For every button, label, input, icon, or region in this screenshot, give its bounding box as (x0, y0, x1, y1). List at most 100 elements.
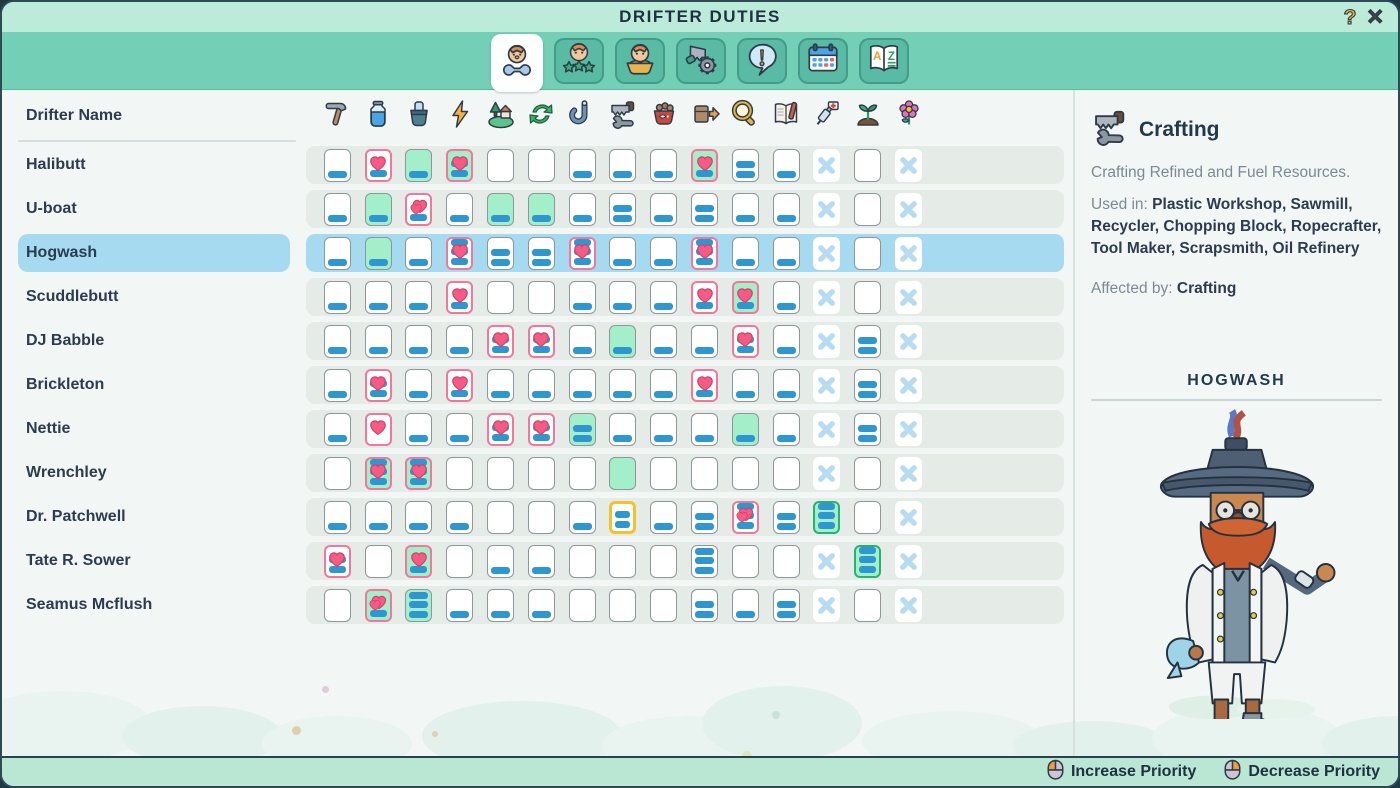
duty-cell-hauling[interactable] (691, 281, 718, 314)
duty-cell-research[interactable] (773, 413, 800, 446)
duty-cell-crafting[interactable] (609, 149, 636, 182)
duty-cell-animal-care[interactable] (650, 149, 677, 182)
duty-cell-fishing[interactable] (569, 325, 596, 358)
duty-cell-scavenging[interactable] (732, 281, 759, 314)
duty-cell-recycling[interactable] (528, 457, 555, 490)
duty-cell-gardening[interactable] (895, 193, 922, 226)
duty-cell-energy[interactable] (446, 589, 473, 622)
duty-cell-construction[interactable] (324, 237, 351, 270)
duty-cell-construction[interactable] (324, 149, 351, 182)
duty-cell-research[interactable] (773, 193, 800, 226)
duty-cell-farming[interactable] (854, 237, 881, 270)
duty-column-cooking[interactable] (399, 99, 440, 134)
duty-cell-scavenging[interactable] (732, 501, 759, 534)
duty-cell-water[interactable] (365, 325, 392, 358)
duty-cell-animal-care[interactable] (650, 325, 677, 358)
duty-cell-medical[interactable] (813, 193, 840, 226)
duty-cell-expedition[interactable] (487, 369, 514, 402)
duty-cell-crafting[interactable] (609, 589, 636, 622)
drifter-name[interactable]: Brickleton (18, 366, 290, 404)
duty-cell-research[interactable] (773, 457, 800, 490)
duty-cell-recycling[interactable] (528, 545, 555, 578)
duty-cell-expedition[interactable] (487, 149, 514, 182)
duty-cell-construction[interactable] (324, 413, 351, 446)
duty-cell-cooking[interactable] (405, 501, 432, 534)
duty-cell-recycling[interactable] (528, 281, 555, 314)
duty-cell-energy[interactable] (446, 457, 473, 490)
duty-cell-crafting[interactable] (609, 369, 636, 402)
duty-cell-expedition[interactable] (487, 325, 514, 358)
duty-cell-gardening[interactable] (895, 501, 922, 534)
tab-alerts[interactable] (737, 38, 787, 84)
duty-cell-animal-care[interactable] (650, 589, 677, 622)
duty-cell-farming[interactable] (854, 501, 881, 534)
duty-cell-medical[interactable] (813, 457, 840, 490)
duty-cell-fishing[interactable] (569, 237, 596, 270)
duty-column-farming[interactable] (847, 99, 888, 134)
duty-cell-cooking[interactable] (405, 457, 432, 490)
duty-cell-research[interactable] (773, 281, 800, 314)
duty-cell-crafting[interactable] (609, 193, 636, 226)
duty-cell-fishing[interactable] (569, 589, 596, 622)
duty-cell-medical[interactable] (813, 545, 840, 578)
duty-cell-fishing[interactable] (569, 193, 596, 226)
duty-column-scavenging[interactable] (725, 99, 766, 134)
duty-cell-recycling[interactable] (528, 589, 555, 622)
duty-column-energy[interactable] (439, 99, 480, 134)
duty-cell-animal-care[interactable] (650, 457, 677, 490)
duty-cell-energy[interactable] (446, 545, 473, 578)
duty-cell-energy[interactable] (446, 369, 473, 402)
duty-cell-scavenging[interactable] (732, 237, 759, 270)
duty-column-medical[interactable] (807, 99, 848, 134)
duty-cell-cooking[interactable] (405, 413, 432, 446)
duty-cell-hauling[interactable] (691, 237, 718, 270)
decrease-priority-button[interactable]: Decrease Priority (1224, 759, 1380, 785)
duty-column-expedition[interactable] (480, 99, 521, 134)
duty-cell-scavenging[interactable] (732, 193, 759, 226)
duty-cell-recycling[interactable] (528, 149, 555, 182)
duty-cell-crafting[interactable] (609, 237, 636, 270)
duty-cell-research[interactable] (773, 545, 800, 578)
duty-cell-expedition[interactable] (487, 237, 514, 270)
drifter-name[interactable]: U-boat (18, 190, 290, 228)
duty-cell-animal-care[interactable] (650, 369, 677, 402)
duty-cell-construction[interactable] (324, 369, 351, 402)
duty-cell-cooking[interactable] (405, 545, 432, 578)
duty-column-recycling[interactable] (521, 99, 562, 134)
duty-cell-gardening[interactable] (895, 545, 922, 578)
duty-cell-recycling[interactable] (528, 325, 555, 358)
duty-cell-fishing[interactable] (569, 457, 596, 490)
duty-cell-medical[interactable] (813, 589, 840, 622)
duty-cell-cooking[interactable] (405, 369, 432, 402)
duty-cell-cooking[interactable] (405, 193, 432, 226)
duty-column-gardening[interactable] (888, 99, 929, 134)
duty-cell-fishing[interactable] (569, 413, 596, 446)
duty-cell-animal-care[interactable] (650, 501, 677, 534)
duty-cell-research[interactable] (773, 149, 800, 182)
duty-column-construction[interactable] (317, 99, 358, 134)
duty-cell-expedition[interactable] (487, 589, 514, 622)
duty-cell-farming[interactable] (854, 545, 881, 578)
tab-duties[interactable] (491, 34, 543, 92)
duty-cell-gardening[interactable] (895, 281, 922, 314)
duty-cell-expedition[interactable] (487, 413, 514, 446)
duty-cell-fishing[interactable] (569, 149, 596, 182)
duty-cell-scavenging[interactable] (732, 545, 759, 578)
duty-cell-scavenging[interactable] (732, 325, 759, 358)
duty-cell-animal-care[interactable] (650, 545, 677, 578)
duty-column-fishing[interactable] (562, 99, 603, 134)
duty-cell-construction[interactable] (324, 501, 351, 534)
duty-cell-research[interactable] (773, 369, 800, 402)
duty-cell-water[interactable] (365, 193, 392, 226)
duty-cell-gardening[interactable] (895, 589, 922, 622)
duty-cell-cooking[interactable] (405, 281, 432, 314)
duty-cell-expedition[interactable] (487, 545, 514, 578)
duty-cell-medical[interactable] (813, 325, 840, 358)
duty-cell-hauling[interactable] (691, 325, 718, 358)
duty-cell-water[interactable] (365, 237, 392, 270)
drifter-name[interactable]: Wrenchley (18, 454, 290, 492)
duty-cell-gardening[interactable] (895, 457, 922, 490)
duty-cell-hauling[interactable] (691, 589, 718, 622)
duty-cell-hauling[interactable] (691, 501, 718, 534)
duty-cell-medical[interactable] (813, 281, 840, 314)
